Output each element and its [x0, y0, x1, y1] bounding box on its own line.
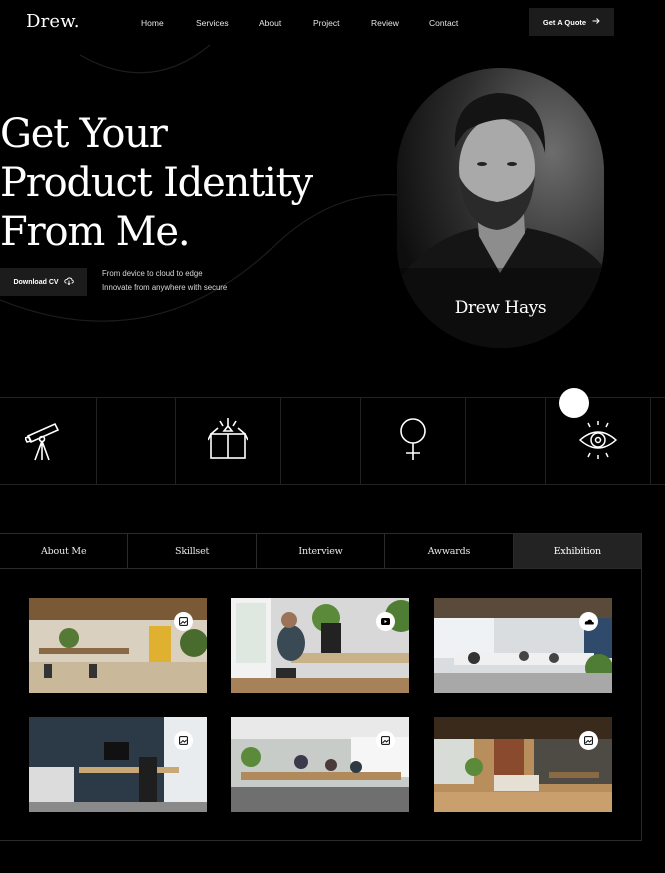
download-cv-label: Download CV	[13, 278, 59, 286]
cloud-download-icon	[63, 277, 74, 287]
hero-title-line: From Me.	[0, 209, 191, 255]
tab-interview[interactable]: Interview	[257, 534, 386, 568]
tab-about-me[interactable]: About Me	[0, 534, 129, 568]
cursor-follower	[559, 388, 589, 418]
strip-cell	[96, 398, 176, 484]
nav-services[interactable]: Services	[196, 18, 229, 28]
nav-about[interactable]: About	[259, 18, 281, 28]
nav-review[interactable]: Review	[371, 18, 399, 28]
gift-box-icon	[207, 416, 249, 465]
strip-cell	[465, 398, 546, 484]
gallery-item[interactable]	[29, 717, 207, 812]
image-icon	[579, 731, 598, 750]
gallery-item[interactable]	[231, 717, 409, 812]
tagline-line: Innovate from anywhere with secure	[102, 283, 228, 292]
portrait-name: Drew Hays	[454, 298, 547, 318]
nav-project[interactable]: Project	[313, 18, 339, 28]
telescope-icon	[23, 416, 61, 467]
strip-cell	[280, 398, 361, 484]
gallery-item[interactable]	[434, 598, 612, 693]
brand-logo[interactable]: Drew.	[26, 11, 80, 32]
youtube-icon	[376, 612, 395, 631]
gallery-item[interactable]	[231, 598, 409, 693]
download-cv-button[interactable]: Download CV	[0, 268, 87, 296]
nav-home[interactable]: Home	[141, 18, 164, 28]
tab-awwards[interactable]: Awwards	[385, 534, 514, 568]
tagline-line: From device to cloud to edge	[102, 269, 203, 278]
get-quote-button[interactable]: Get A Quote	[529, 8, 614, 36]
tab-exhibition[interactable]: Exhibition	[513, 534, 643, 568]
gallery-item[interactable]	[434, 717, 612, 812]
hero-title-line: Product Identity	[0, 160, 313, 206]
image-icon	[376, 731, 395, 750]
female-symbol-icon	[398, 416, 428, 467]
eye-icon	[578, 420, 618, 465]
tab-bar: About Me Skillset Interview Awwards Exhi…	[0, 533, 643, 569]
exhibition-panel	[0, 567, 642, 841]
portrait-photo: Drew Hays	[397, 68, 604, 348]
hero-title-line: Get Your	[0, 111, 168, 157]
image-icon	[174, 731, 193, 750]
arrow-right-icon	[592, 17, 600, 27]
soundcloud-icon	[579, 612, 598, 631]
get-quote-label: Get A Quote	[542, 17, 587, 27]
nav-contact[interactable]: Contact	[429, 18, 458, 28]
tab-skillset[interactable]: Skillset	[128, 534, 257, 568]
image-icon	[174, 612, 193, 631]
hero-title: Get Your Product Identity From Me.	[0, 110, 360, 257]
gallery-item[interactable]	[29, 598, 207, 693]
